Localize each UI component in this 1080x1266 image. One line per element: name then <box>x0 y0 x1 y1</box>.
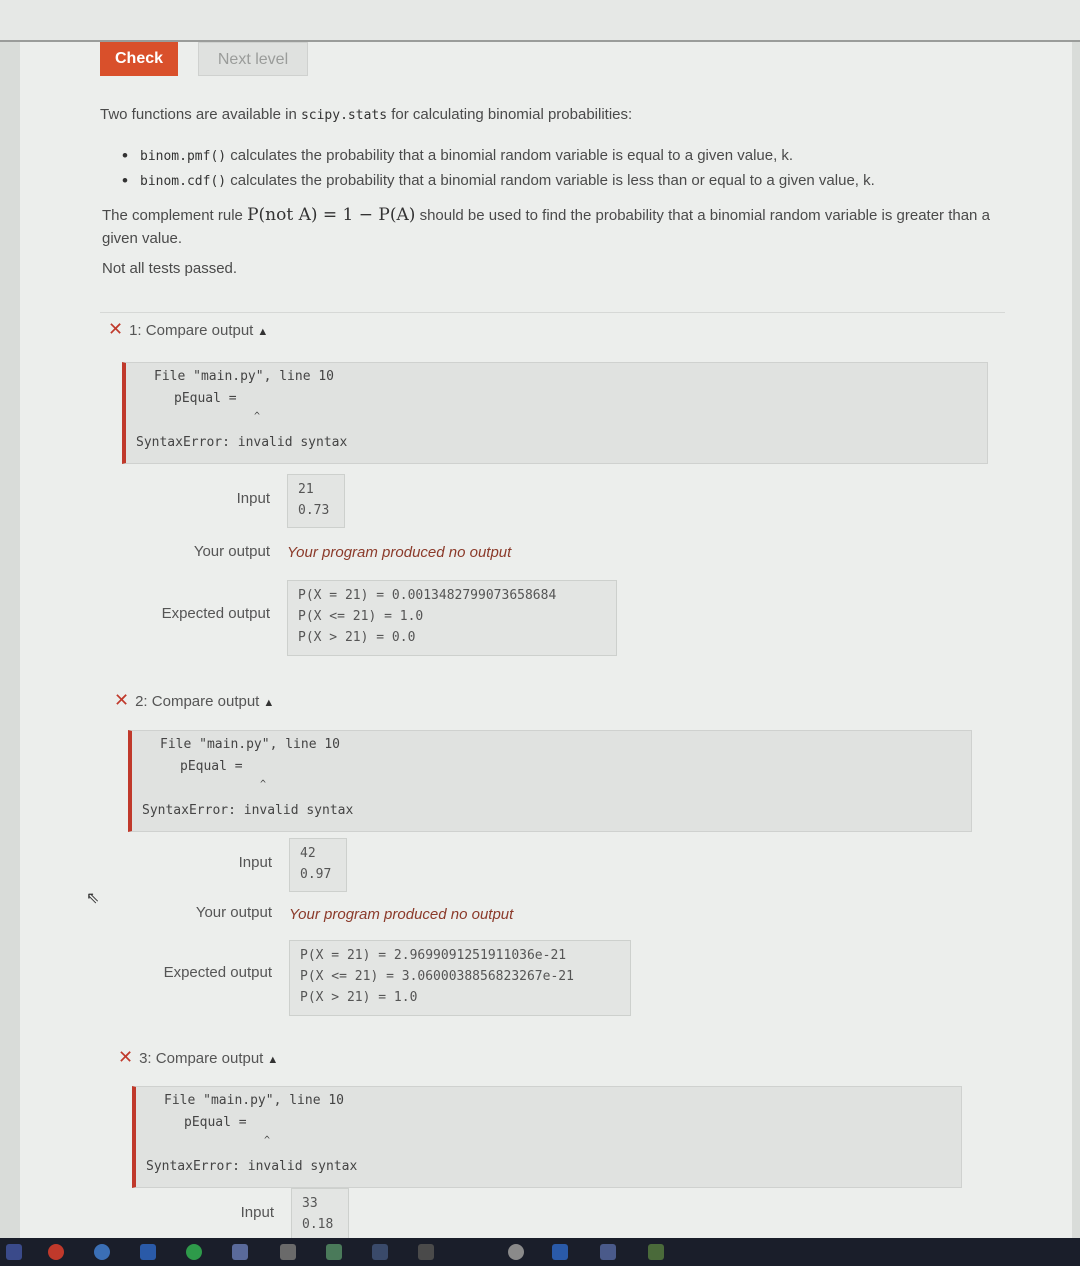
intro-before: Two functions are available in <box>100 106 297 123</box>
expected-output-label: Expected output <box>163 964 272 981</box>
error-line: File "main.py", line 10 <box>164 1093 345 1108</box>
list-item: binom.cdf() calculates the probability t… <box>120 169 875 194</box>
app-icon[interactable] <box>186 1244 202 1260</box>
gear-icon[interactable] <box>508 1244 524 1260</box>
function-description: calculates the probability that a binomi… <box>230 172 875 189</box>
app-icon[interactable] <box>232 1244 248 1260</box>
app-icon[interactable] <box>94 1244 110 1260</box>
input-label: Input <box>236 490 270 507</box>
input-box: 33 0.18 <box>291 1188 349 1238</box>
error-line: pEqual = <box>180 759 243 774</box>
complement-rule-text: The complement rule P(not A) = 1 − P(A) … <box>102 204 1022 250</box>
test-title: 3: Compare output <box>139 1050 264 1067</box>
app-icon[interactable] <box>418 1244 434 1260</box>
module-name: scipy.stats <box>300 108 388 123</box>
app-icon[interactable] <box>552 1244 568 1260</box>
intro-text: Two functions are available in scipy.sta… <box>100 104 1020 127</box>
test-1-header[interactable]: ✕ 1: Compare output ▲ <box>108 319 268 340</box>
no-output-text: Your program produced no output <box>289 906 514 923</box>
error-line: SyntaxError: invalid syntax <box>146 1159 358 1174</box>
os-taskbar <box>0 1238 1080 1266</box>
list-item: binom.pmf() calculates the probability t… <box>120 144 875 169</box>
fail-x-icon: ✕ <box>114 690 130 710</box>
fail-x-icon: ✕ <box>108 319 124 339</box>
error-line: pEqual = <box>174 391 237 406</box>
chevron-up-icon: ▲ <box>267 1054 279 1066</box>
divider <box>100 312 1005 313</box>
error-line: File "main.py", line 10 <box>154 369 335 384</box>
error-line: File "main.py", line 10 <box>160 737 341 752</box>
app-icon[interactable] <box>140 1244 156 1260</box>
intro-after: for calculating binomial probabilities: <box>391 106 633 123</box>
function-list: binom.pmf() calculates the probability t… <box>120 144 875 194</box>
input-box: 21 0.73 <box>287 474 345 528</box>
error-message: File "main.py", line 10 pEqual = ^ Synta… <box>122 362 988 464</box>
no-output-text: Your program produced no output <box>287 544 512 561</box>
function-code: binom.cdf() <box>140 174 227 189</box>
check-button[interactable]: Check <box>100 42 178 76</box>
app-icon[interactable] <box>648 1244 664 1260</box>
error-message: File "main.py", line 10 pEqual = ^ Synta… <box>132 1086 962 1188</box>
your-output-label: Your output <box>195 904 272 921</box>
expected-output-label: Expected output <box>161 605 270 622</box>
chevron-up-icon: ▲ <box>263 697 275 709</box>
complement-formula: P(not A) = 1 − P(A) <box>247 205 416 225</box>
app-icon[interactable] <box>326 1244 342 1260</box>
function-code: binom.pmf() <box>140 149 227 164</box>
next-level-button[interactable]: Next level <box>198 42 308 76</box>
test-status: Not all tests passed. <box>102 260 238 277</box>
expected-output-box: P(X = 21) = 0.0013482799073658684 P(X <=… <box>287 580 617 656</box>
error-caret: ^ <box>254 411 261 422</box>
app-icon[interactable] <box>600 1244 616 1260</box>
test-title: 1: Compare output <box>129 322 254 339</box>
browser-top-bar <box>0 0 1080 42</box>
app-icon[interactable] <box>48 1244 64 1260</box>
app-icon[interactable] <box>280 1244 296 1260</box>
error-caret: ^ <box>264 1135 271 1146</box>
test-3-header[interactable]: ✕ 3: Compare output ▲ <box>118 1047 278 1068</box>
complement-before: The complement rule <box>102 207 243 224</box>
error-line: pEqual = <box>184 1115 247 1130</box>
your-output-label: Your output <box>193 543 270 560</box>
test-2-header[interactable]: ✕ 2: Compare output ▲ <box>114 690 274 711</box>
error-line: SyntaxError: invalid syntax <box>142 803 354 818</box>
app-icon[interactable] <box>372 1244 388 1260</box>
mouse-cursor-icon: ⇖ <box>86 890 100 907</box>
function-description: calculates the probability that a binomi… <box>230 147 794 164</box>
input-label: Input <box>240 1204 274 1221</box>
lab-content: Check Next level Two functions are avail… <box>20 42 1072 1238</box>
error-caret: ^ <box>260 779 267 790</box>
error-line: SyntaxError: invalid syntax <box>136 435 348 450</box>
input-label: Input <box>238 854 272 871</box>
expected-output-box: P(X = 21) = 2.9699091251911036e-21 P(X <… <box>289 940 631 1016</box>
chevron-up-icon: ▲ <box>257 326 269 338</box>
app-icon[interactable] <box>6 1244 22 1260</box>
input-box: 42 0.97 <box>289 838 347 892</box>
test-title: 2: Compare output <box>135 693 260 710</box>
error-message: File "main.py", line 10 pEqual = ^ Synta… <box>128 730 972 832</box>
fail-x-icon: ✕ <box>118 1047 134 1067</box>
